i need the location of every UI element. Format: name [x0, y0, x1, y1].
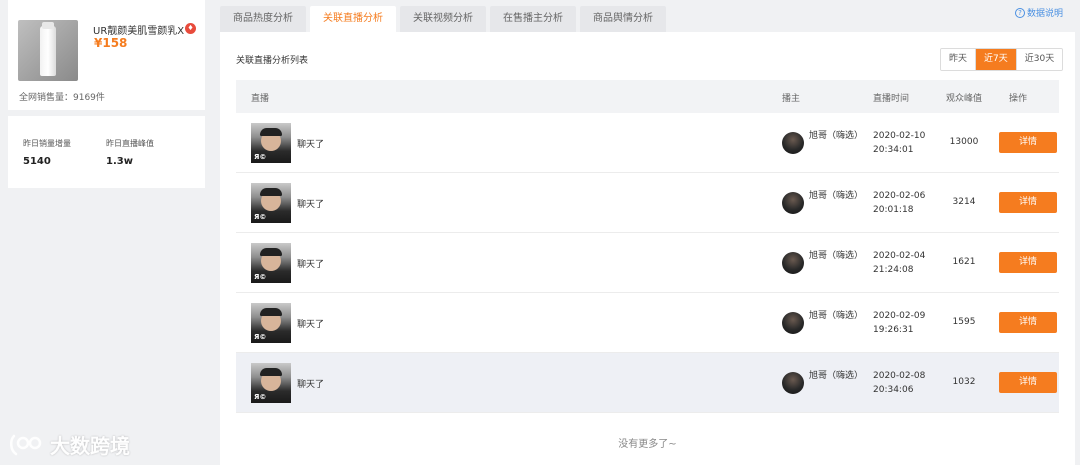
live-date: 2020-02-06 [873, 191, 926, 201]
product-price: ¥158 [94, 36, 128, 50]
stat-label-live-peak: 昨日直播峰值 [106, 139, 154, 148]
stat-value-sales-increase: 5140 [23, 156, 51, 167]
table-row: Я© 聊天了 旭哥（嗨选） 2020-02-06 20:01:18 3214 详情 [236, 173, 1059, 233]
no-more-text: 没有更多了~ [618, 439, 677, 450]
live-time: 2020-02-06 20:01:18 [873, 189, 925, 217]
live-title[interactable]: 聊天了 [297, 317, 324, 330]
host-name: 旭哥（嗨选） [809, 311, 864, 321]
live-thumbnail[interactable]: Я© [251, 123, 291, 163]
brand-watermark: 大数跨境 [8, 430, 130, 459]
stat-label-sales-increase: 昨日销量增量 [23, 139, 71, 148]
host-name: 旭哥（嗨选） [809, 131, 864, 141]
host-avatar [782, 312, 804, 334]
live-title[interactable]: 聊天了 [297, 137, 324, 150]
stat-value-live-peak: 1.3w [106, 156, 133, 167]
table-header: 直播 播主 直播时间 观众峰值 操作 [236, 80, 1059, 113]
viewer-peak: 1595 [952, 317, 976, 327]
data-help-link[interactable]: ? 数据说明 [1015, 6, 1063, 19]
host-avatar [782, 132, 804, 154]
range-30days-button[interactable]: 近30天 [1015, 49, 1063, 70]
live-date: 2020-02-09 [873, 311, 926, 321]
range-7days-button[interactable]: 近7天 [975, 49, 1016, 70]
live-date: 2020-02-08 [873, 371, 926, 381]
viewer-peak: 1032 [952, 377, 976, 387]
live-date: 2020-02-04 [873, 251, 926, 261]
tab-related-live[interactable]: 关联直播分析 [310, 6, 396, 32]
viewer-peak: 3214 [952, 197, 976, 207]
host-name: 旭哥（嗨选） [809, 371, 864, 381]
total-sales: 全网销售量：9169件 [19, 93, 105, 103]
data-help-label: 数据说明 [1027, 9, 1064, 19]
header-live: 直播 [251, 94, 270, 104]
date-range-selector: 昨天 近7天 近30天 [940, 48, 1064, 71]
card-divider [8, 110, 205, 116]
live-title[interactable]: 聊天了 [297, 377, 324, 390]
viewer-peak: 13000 [949, 137, 979, 147]
tab-product-heat[interactable]: 商品热度分析 [220, 6, 306, 32]
brand-name: 大数跨境 [50, 434, 130, 458]
live-thumbnail[interactable]: Я© [251, 363, 291, 403]
header-time: 直播时间 [873, 94, 910, 104]
table-row: Я© 聊天了 旭哥（嗨选） 2020-02-10 20:34:01 13000 详… [236, 113, 1059, 173]
live-time: 2020-02-10 20:34:01 [873, 129, 925, 157]
question-icon: ? [1015, 7, 1025, 18]
detail-button[interactable]: 详情 [999, 252, 1057, 273]
live-time: 2020-02-08 20:34:06 [873, 369, 925, 397]
live-title[interactable]: 聊天了 [297, 257, 324, 270]
detail-button[interactable]: 详情 [999, 132, 1057, 153]
table-row: Я© 聊天了 旭哥（嗨选） 2020-02-09 19:26:31 1595 详情 [236, 293, 1059, 353]
detail-button[interactable]: 详情 [999, 192, 1057, 213]
panel-title: 关联直播分析列表 [236, 56, 309, 66]
live-clock: 19:26:31 [873, 325, 914, 335]
live-thumbnail[interactable]: Я© [251, 183, 291, 223]
header-viewers: 观众峰值 [946, 94, 983, 104]
host-avatar [782, 252, 804, 274]
brand-logo-icon [10, 434, 42, 455]
live-clock: 21:24:08 [873, 265, 914, 275]
header-action: 操作 [1009, 94, 1028, 104]
tab-related-video[interactable]: 关联视频分析 [400, 6, 486, 32]
live-time: 2020-02-04 21:24:08 [873, 249, 925, 277]
live-date: 2020-02-10 [873, 131, 926, 141]
product-image [18, 20, 78, 81]
host-name: 旭哥（嗨选） [809, 251, 864, 261]
live-thumbnail[interactable]: Я© [251, 243, 291, 283]
live-table: 直播 播主 直播时间 观众峰值 操作 Я© 聊天了 旭哥（嗨选） 2020-02… [236, 80, 1059, 413]
live-title[interactable]: 聊天了 [297, 197, 324, 210]
range-yesterday-button[interactable]: 昨天 [941, 49, 976, 70]
live-time: 2020-02-09 19:26:31 [873, 309, 925, 337]
live-clock: 20:34:01 [873, 145, 914, 155]
table-row: Я© 聊天了 旭哥（嗨选） 2020-02-08 20:34:06 1032 详情 [236, 353, 1059, 413]
product-card: UR靓颜美肌雪颜乳X ♦ ¥158 全网销售量：9169件 昨日销量增量 514… [8, 0, 205, 188]
live-clock: 20:34:06 [873, 385, 914, 395]
viewer-peak: 1621 [952, 257, 976, 267]
tab-product-sentiment[interactable]: 商品舆情分析 [580, 6, 666, 32]
analysis-tabs: 商品热度分析 关联直播分析 关联视频分析 在售播主分析 商品舆情分析 [220, 6, 670, 32]
detail-button[interactable]: 详情 [999, 312, 1057, 333]
host-name: 旭哥（嗨选） [809, 191, 864, 201]
product-name: UR靓颜美肌雪颜乳X [93, 26, 185, 37]
header-host: 播主 [782, 94, 801, 104]
fire-icon: ♦ [185, 23, 196, 34]
related-live-panel: 关联直播分析列表 昨天 近7天 近30天 直播 播主 直播时间 观众峰值 操作 … [220, 32, 1075, 465]
live-thumbnail[interactable]: Я© [251, 303, 291, 343]
tab-selling-hosts[interactable]: 在售播主分析 [490, 6, 576, 32]
table-row: Я© 聊天了 旭哥（嗨选） 2020-02-04 21:24:08 1621 详情 [236, 233, 1059, 293]
live-clock: 20:01:18 [873, 205, 914, 215]
host-avatar [782, 372, 804, 394]
detail-button[interactable]: 详情 [999, 372, 1057, 393]
host-avatar [782, 192, 804, 214]
